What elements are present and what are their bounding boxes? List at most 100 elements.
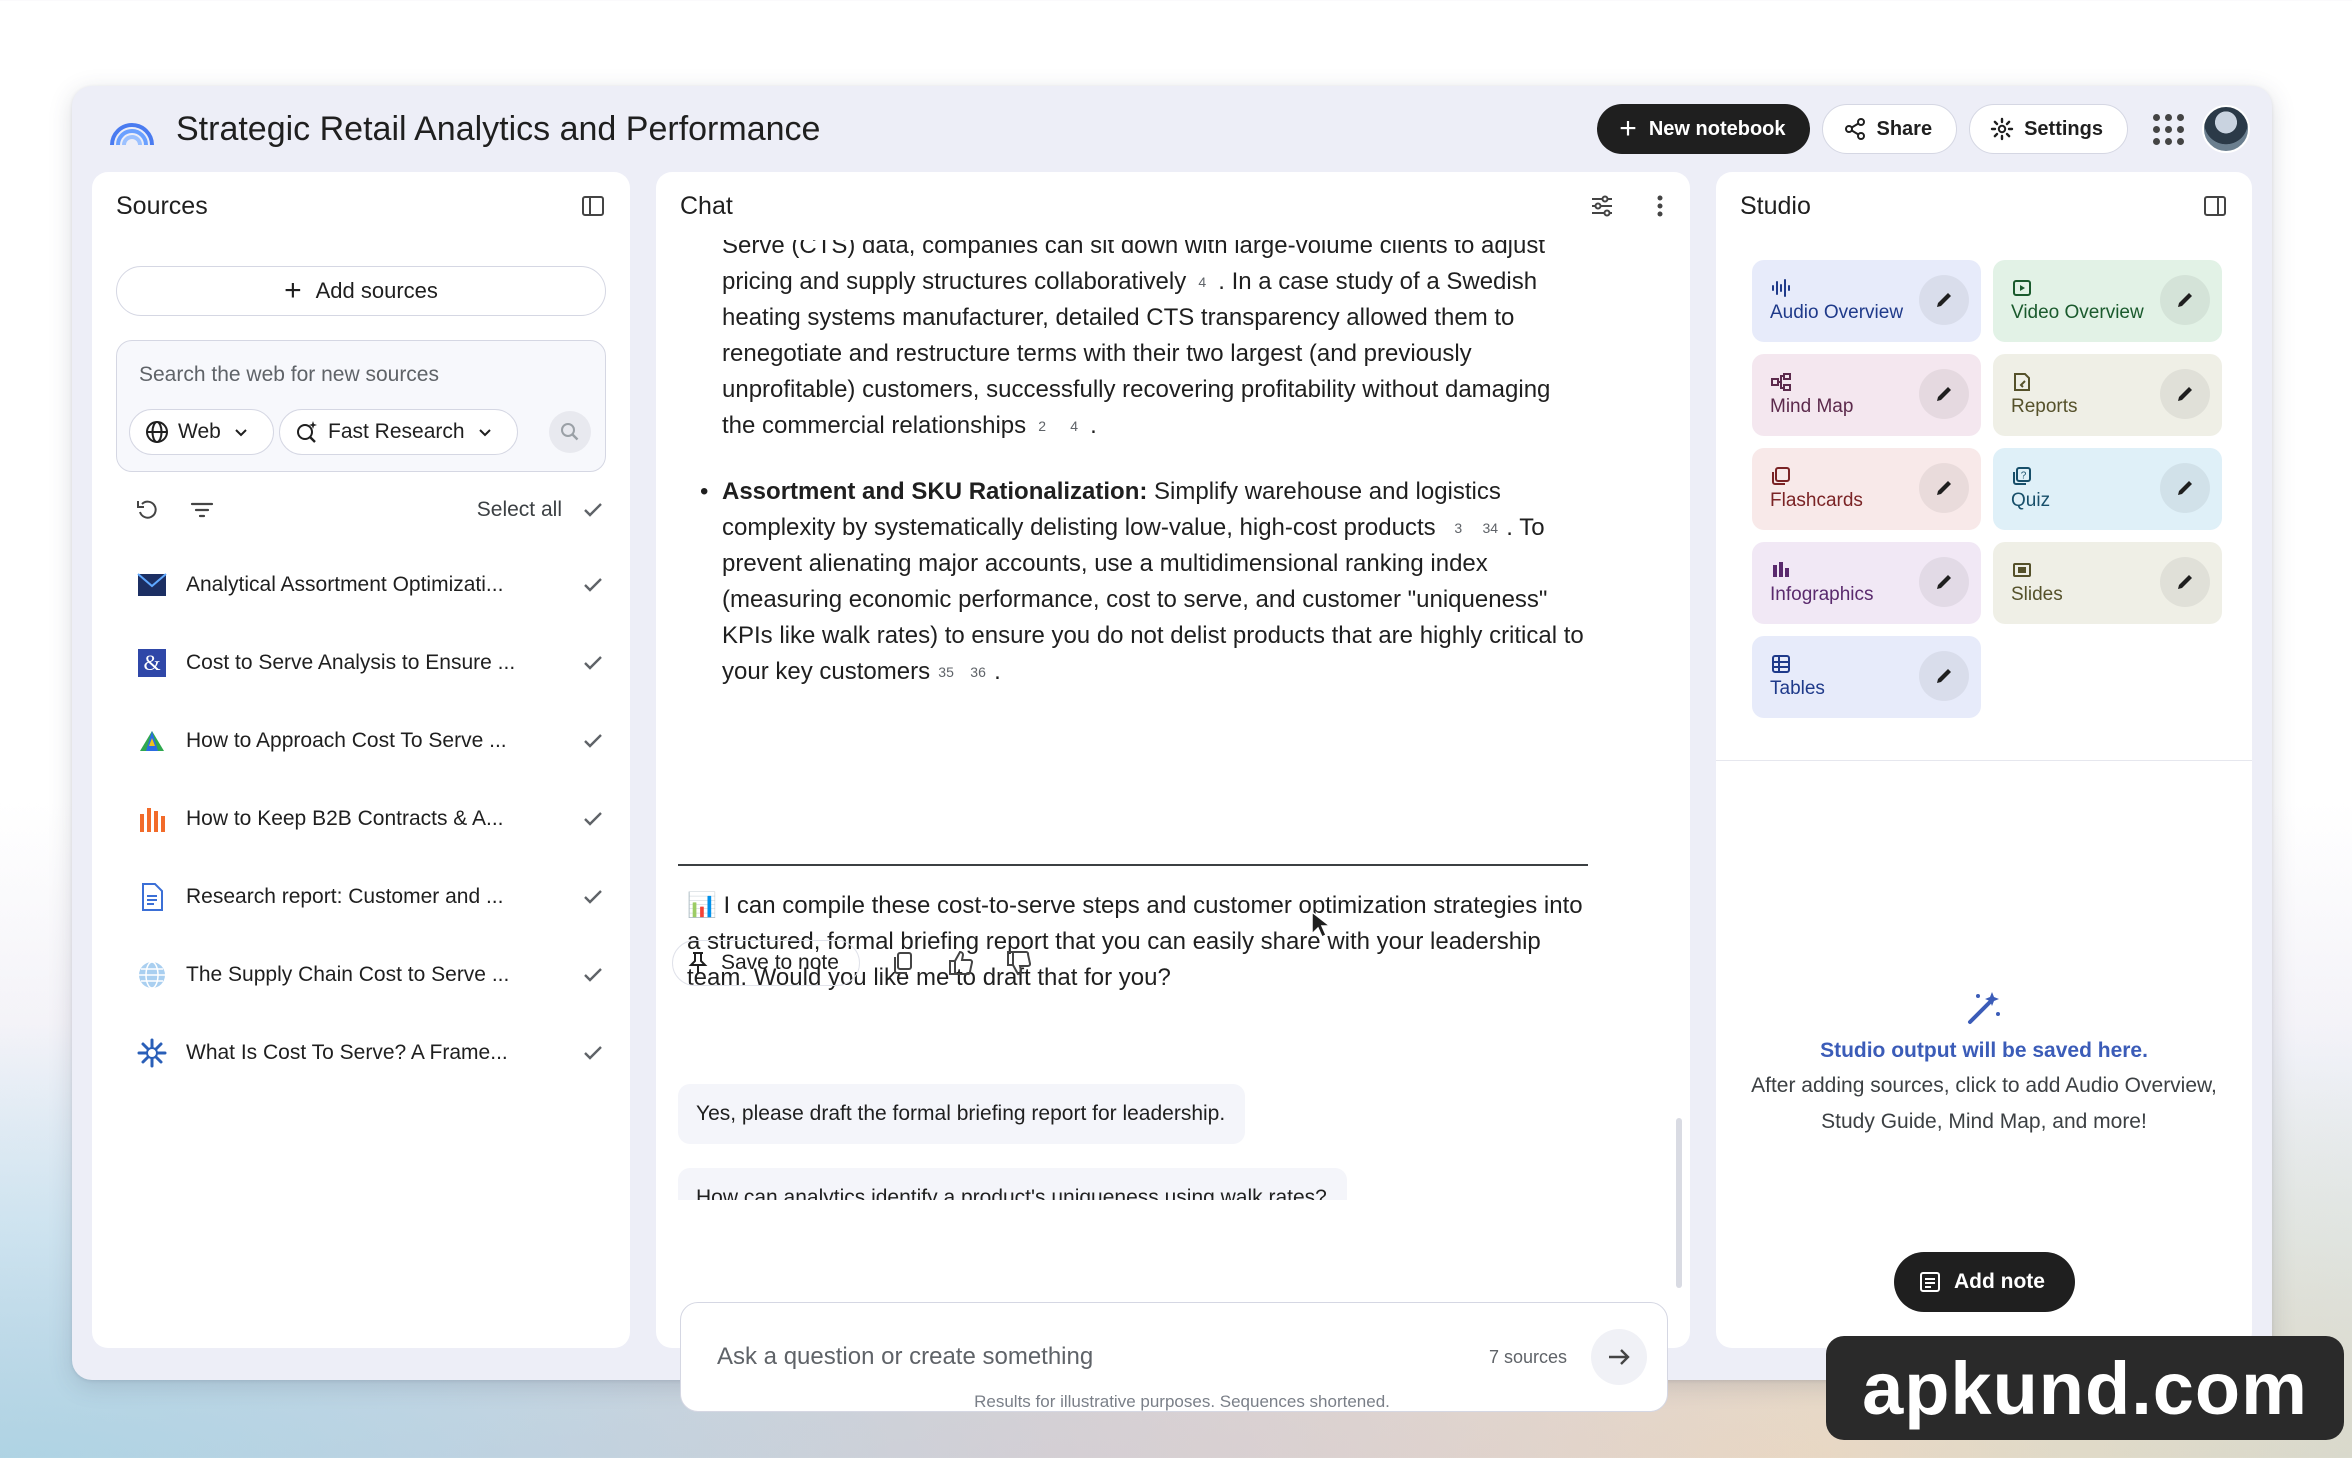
studio-tile-infographics[interactable]: Infographics — [1752, 542, 1981, 624]
arrow-right-icon — [1609, 1349, 1630, 1365]
source-checkbox[interactable] — [580, 728, 606, 754]
collapse-panel-icon[interactable] — [580, 193, 606, 219]
response-text: . In a case study of a Swedish — [1218, 268, 1538, 295]
save-to-note-button[interactable]: Save to note — [672, 940, 860, 986]
citation-marker[interactable]: 2 — [1034, 416, 1050, 436]
check-icon — [584, 578, 602, 592]
studio-tile-mind-map[interactable]: Mind Map — [1752, 354, 1981, 436]
mouse-cursor-icon — [1311, 910, 1332, 939]
studio-tile-audio-overview[interactable]: Audio Overview — [1752, 260, 1981, 342]
chat-messages: Serve (CTS) data, companies can sit down… — [656, 240, 1690, 1200]
studio-tile-video-overview[interactable]: Video Overview — [1993, 260, 2222, 342]
studio-tile-slides[interactable]: Slides — [1993, 542, 2222, 624]
response-bullet: • Assortment and SKU Rationalization: Si… — [700, 474, 1592, 690]
web-chip-label: Web — [178, 420, 221, 443]
apps-grid-icon[interactable] — [2148, 109, 2188, 149]
collapse-panel-icon[interactable] — [2202, 193, 2228, 219]
source-checkbox[interactable] — [580, 1040, 606, 1066]
avatar[interactable] — [2202, 105, 2250, 153]
settings-button[interactable]: Settings — [1969, 104, 2128, 154]
edit-button[interactable] — [1919, 275, 1969, 325]
edit-button[interactable] — [2160, 275, 2210, 325]
watermark: apkund.com — [1826, 1336, 2344, 1440]
thumbs-down-icon — [1006, 951, 1031, 976]
bars-logo-icon — [136, 803, 168, 835]
thumbs-down-button[interactable] — [996, 940, 1042, 986]
chat-heading: Chat — [680, 191, 733, 220]
chat-input[interactable]: Ask a question or create something — [717, 1343, 1489, 1371]
source-checkbox[interactable] — [580, 650, 606, 676]
edit-button[interactable] — [1919, 463, 1969, 513]
more-vert-icon[interactable] — [1654, 192, 1666, 220]
studio-tile-quiz[interactable]: ? Quiz — [1993, 448, 2222, 530]
citation-marker[interactable]: 4 — [1066, 416, 1082, 436]
chat-header: Chat — [656, 172, 1690, 240]
studio-tile-flashcards[interactable]: Flashcards — [1752, 448, 1981, 530]
notebook-logo-icon[interactable] — [108, 105, 156, 153]
pencil-icon — [1937, 575, 1951, 589]
new-notebook-label: New notebook — [1648, 117, 1786, 140]
edit-button[interactable] — [2160, 369, 2210, 419]
source-checkbox[interactable] — [580, 572, 606, 598]
source-item[interactable]: The Supply Chain Cost to Serve ... — [92, 936, 630, 1014]
new-notebook-button[interactable]: + New notebook — [1597, 104, 1810, 154]
pencil-icon — [1937, 481, 1951, 495]
source-title: Research report: Customer and ... — [186, 885, 504, 908]
pencil-icon — [2178, 387, 2192, 401]
notebook-title[interactable]: Strategic Retail Analytics and Performan… — [176, 110, 1597, 149]
source-item[interactable]: How to Approach Cost To Serve ... — [92, 702, 630, 780]
research-mode-dropdown[interactable]: Fast Research — [279, 409, 518, 455]
source-checkbox[interactable] — [580, 962, 606, 988]
filter-icon[interactable] — [188, 496, 216, 524]
citation-marker[interactable]: 3 — [1450, 518, 1466, 538]
add-note-button[interactable]: Add note — [1894, 1252, 2075, 1312]
check-icon — [584, 734, 602, 748]
source-item[interactable]: Analytical Assortment Optimizati... — [92, 546, 630, 624]
copy-button[interactable] — [880, 940, 926, 986]
suggested-prompt[interactable]: How can analytics identify a product's u… — [678, 1168, 1347, 1200]
source-checkbox[interactable] — [580, 806, 606, 832]
source-item[interactable]: What Is Cost To Serve? A Frame... — [92, 1014, 630, 1092]
plus-icon: + — [284, 274, 302, 307]
response-text: the commercial relationships — [722, 412, 1027, 439]
edit-button[interactable] — [1919, 557, 1969, 607]
web-search-submit-button[interactable] — [549, 411, 591, 453]
add-sources-button[interactable]: + Add sources — [116, 266, 606, 316]
magic-wand-icon — [1716, 988, 2252, 1028]
citation-marker[interactable]: 35 — [938, 662, 954, 682]
studio-tile-tables[interactable]: Tables — [1752, 636, 1981, 718]
edit-button[interactable] — [1919, 651, 1969, 701]
select-all-checkbox[interactable] — [580, 497, 606, 523]
edit-button[interactable] — [2160, 463, 2210, 513]
pencil-icon — [2178, 293, 2192, 307]
source-list: Analytical Assortment Optimizati... & Cost… — [92, 546, 630, 1092]
thumbs-up-button[interactable] — [938, 940, 984, 986]
share-button[interactable]: Share — [1821, 104, 1958, 154]
source-checkbox[interactable] — [580, 884, 606, 910]
send-button[interactable] — [1591, 1329, 1647, 1385]
studio-tile-reports[interactable]: Reports — [1993, 354, 2222, 436]
refresh-icon[interactable] — [134, 496, 162, 524]
citation-marker[interactable]: 34 — [1482, 518, 1499, 538]
source-item[interactable]: How to Keep B2B Contracts & A... — [92, 780, 630, 858]
pin-icon — [688, 952, 708, 973]
source-title: How to Approach Cost To Serve ... — [186, 729, 507, 752]
web-search-input[interactable]: Search the web for new sources — [139, 363, 439, 387]
edit-button[interactable] — [1919, 369, 1969, 419]
svg-text:&: & — [143, 650, 160, 675]
pencil-icon — [1937, 669, 1951, 683]
studio-heading: Studio — [1740, 191, 1811, 220]
web-source-dropdown[interactable]: Web — [129, 409, 274, 455]
suggested-prompt[interactable]: Yes, please draft the formal briefing re… — [678, 1084, 1246, 1144]
citation-marker[interactable]: 36 — [970, 662, 986, 682]
edit-button[interactable] — [2160, 557, 2210, 607]
pencil-icon — [1937, 387, 1951, 401]
pencil-icon — [2178, 575, 2192, 589]
studio-divider — [1716, 760, 2252, 761]
source-item[interactable]: & Cost to Serve Analysis to Ensure ... — [92, 624, 630, 702]
citation-marker[interactable]: 4 — [1194, 272, 1210, 292]
response-paragraph: Serve (CTS) data, companies can sit down… — [722, 240, 1592, 444]
source-item[interactable]: Research report: Customer and ... — [92, 858, 630, 936]
tune-icon[interactable] — [1588, 192, 1616, 220]
chat-scrollbar[interactable] — [1676, 1118, 1682, 1288]
